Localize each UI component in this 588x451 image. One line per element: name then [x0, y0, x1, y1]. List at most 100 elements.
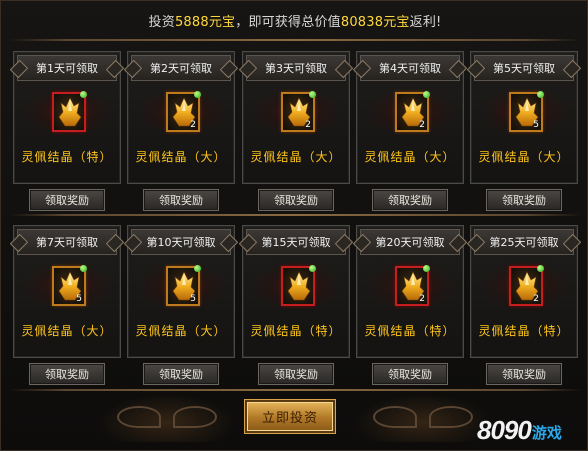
- item-slot[interactable]: 2: [281, 91, 316, 132]
- item-name: 灵佩结晶（大）: [135, 150, 227, 164]
- claim-reward-button[interactable]: 领取奖励: [29, 189, 105, 211]
- item-name: 灵佩结晶（特）: [478, 324, 570, 338]
- green-dot-icon: [423, 91, 430, 98]
- item-slot[interactable]: 5: [52, 265, 87, 306]
- header-divider: [9, 39, 581, 41]
- item-count: 2: [305, 120, 311, 130]
- reward-day-title: 第25天可领取: [474, 229, 574, 255]
- reward-day-label: 第15天可领取: [261, 236, 331, 249]
- item-name: 灵佩结晶（大）: [250, 150, 342, 164]
- item-count: 2: [419, 294, 425, 304]
- reward-card: 第7天可领取 5 灵佩结晶（大）: [13, 225, 121, 358]
- item-slot[interactable]: 5: [166, 265, 201, 306]
- item-name: 灵佩结晶（特）: [21, 150, 113, 164]
- reward-day-title: 第15天可领取: [246, 229, 346, 255]
- item-count: 5: [76, 294, 82, 304]
- reward-day-title: 第7天可领取: [17, 229, 117, 255]
- left-ornament: [97, 394, 237, 442]
- reward-card: 第25天可领取 2 灵佩结晶（特）: [470, 225, 578, 358]
- invest-now-button[interactable]: 立即投资: [245, 400, 335, 433]
- invest-amount: 5888元宝: [174, 14, 236, 30]
- green-dot-icon: [194, 265, 201, 272]
- item-name: 灵佩结晶（大）: [135, 324, 227, 338]
- site-watermark: 8090 游戏: [477, 409, 587, 445]
- reward-day-label: 第1天可领取: [36, 62, 98, 75]
- footer-divider: [9, 389, 581, 391]
- reward-day-label: 第3天可领取: [265, 62, 327, 75]
- investment-panel: 投资 5888元宝 ，即可获得总价值 80838元宝 返利! 第1天可领取灵佩结…: [0, 0, 588, 451]
- item-name: 灵佩结晶（特）: [364, 324, 456, 338]
- claim-reward-button[interactable]: 领取奖励: [143, 363, 219, 385]
- reward-card: 第4天可领取 2 灵佩结晶（大）: [356, 51, 464, 184]
- reward-card: 第3天可领取 2 灵佩结晶（大）: [242, 51, 350, 184]
- reward-day-title: 第1天可领取: [17, 55, 117, 81]
- reward-day-label: 第4天可领取: [379, 62, 441, 75]
- curl-ornament: [173, 406, 217, 428]
- curl-ornament: [429, 406, 473, 428]
- reward-day-title: 第20天可领取: [360, 229, 460, 255]
- green-dot-icon: [309, 91, 316, 98]
- reward-card: 第10天可领取 5 灵佩结晶（大）: [127, 225, 235, 358]
- reward-day-title: 第2天可领取: [131, 55, 231, 81]
- claim-reward-button[interactable]: 领取奖励: [486, 189, 562, 211]
- green-dot-icon: [309, 265, 316, 272]
- claim-reward-button[interactable]: 领取奖励: [372, 363, 448, 385]
- item-slot[interactable]: 2: [395, 91, 430, 132]
- total-value: 80838元宝: [340, 14, 410, 30]
- item-count: 5: [533, 120, 539, 130]
- reward-day-title: 第5天可领取: [474, 55, 574, 81]
- item-name: 灵佩结晶（大）: [478, 150, 570, 164]
- claim-reward-button[interactable]: 领取奖励: [143, 189, 219, 211]
- investment-banner: 投资 5888元宝 ，即可获得总价值 80838元宝 返利!: [1, 1, 588, 39]
- item-name: 灵佩结晶（特）: [250, 324, 342, 338]
- green-dot-icon: [537, 265, 544, 272]
- curl-ornament: [117, 406, 161, 428]
- watermark-number: 8090: [477, 415, 532, 445]
- item-slot[interactable]: 5: [509, 91, 544, 132]
- item-count: 5: [190, 294, 196, 304]
- crystal-gem-icon: [58, 97, 82, 127]
- green-dot-icon: [194, 91, 201, 98]
- green-dot-icon: [537, 91, 544, 98]
- claim-reward-button[interactable]: 领取奖励: [372, 189, 448, 211]
- claim-reward-button[interactable]: 领取奖励: [258, 189, 334, 211]
- item-slot[interactable]: [52, 91, 87, 132]
- reward-card: 第1天可领取灵佩结晶（特）: [13, 51, 121, 184]
- reward-day-title: 第4天可领取: [360, 55, 460, 81]
- item-count: 2: [419, 120, 425, 130]
- item-slot[interactable]: [281, 265, 316, 306]
- claim-reward-button[interactable]: 领取奖励: [258, 363, 334, 385]
- reward-day-label: 第5天可领取: [493, 62, 555, 75]
- reward-card: 第15天可领取 灵佩结晶（特）: [242, 225, 350, 358]
- reward-day-label: 第10天可领取: [146, 236, 216, 249]
- item-name: 灵佩结晶（大）: [21, 324, 113, 338]
- green-dot-icon: [423, 265, 430, 272]
- item-count: 2: [190, 120, 196, 130]
- green-dot-icon: [80, 265, 87, 272]
- crystal-gem-icon: [287, 271, 311, 301]
- reward-day-label: 第20天可领取: [375, 236, 445, 249]
- reward-day-label: 第25天可领取: [489, 236, 559, 249]
- right-ornament: [353, 394, 493, 442]
- watermark-text: 游戏: [531, 424, 562, 442]
- item-slot[interactable]: 2: [166, 91, 201, 132]
- banner-middle: ，即可获得总价值: [235, 14, 341, 30]
- claim-reward-button[interactable]: 领取奖励: [29, 363, 105, 385]
- banner-prefix: 投资: [148, 14, 175, 30]
- green-dot-icon: [80, 91, 87, 98]
- reward-day-label: 第2天可领取: [150, 62, 212, 75]
- reward-card: 第2天可领取 2 灵佩结晶（大）: [127, 51, 235, 184]
- banner-suffix: 返利!: [409, 14, 442, 30]
- reward-day-title: 第3天可领取: [246, 55, 346, 81]
- item-slot[interactable]: 2: [509, 265, 544, 306]
- item-count: 2: [533, 294, 539, 304]
- reward-card: 第20天可领取 2 灵佩结晶（特）: [356, 225, 464, 358]
- row-divider: [9, 214, 581, 216]
- reward-day-title: 第10天可领取: [131, 229, 231, 255]
- reward-card: 第5天可领取 5 灵佩结晶（大）: [470, 51, 578, 184]
- item-slot[interactable]: 2: [395, 265, 430, 306]
- reward-day-label: 第7天可领取: [36, 236, 98, 249]
- curl-ornament: [373, 406, 417, 428]
- claim-reward-button[interactable]: 领取奖励: [486, 363, 562, 385]
- item-name: 灵佩结晶（大）: [364, 150, 456, 164]
